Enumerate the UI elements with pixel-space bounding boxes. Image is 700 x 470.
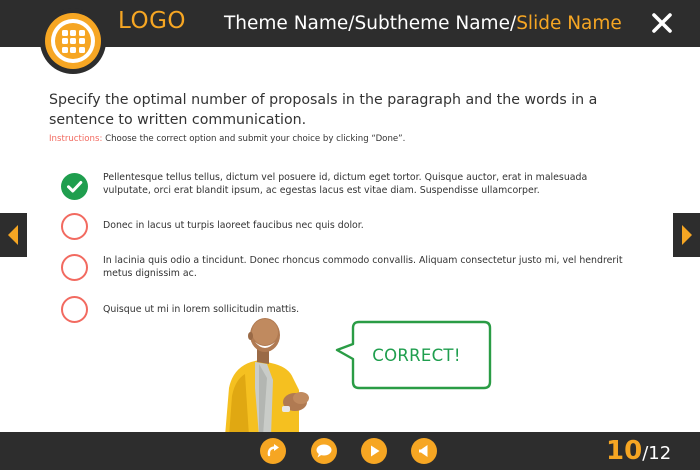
checkmark-icon	[67, 181, 83, 193]
presenter-illustration	[225, 318, 309, 436]
volume-button[interactable]	[411, 438, 437, 464]
breadcrumb-slide: Slide Name	[516, 13, 622, 34]
next-slide-button[interactable]	[673, 213, 700, 257]
instructions-text: Choose the correct option and submit you…	[105, 134, 406, 144]
radio-icon[interactable]	[61, 213, 88, 240]
footer-bar	[0, 432, 700, 470]
close-icon[interactable]	[650, 11, 674, 35]
breadcrumb: Theme Name/Subtheme Name/Slide Name	[224, 13, 622, 34]
radio-icon[interactable]	[61, 254, 88, 281]
play-icon	[371, 445, 380, 457]
volume-icon	[419, 445, 428, 457]
question-text: Specify the optimal number of proposals …	[49, 92, 598, 128]
option-text: Quisque ut mi in lorem sollicitudin matt…	[103, 304, 300, 315]
comment-button[interactable]	[311, 438, 337, 464]
comment-icon	[316, 444, 332, 458]
radio-icon[interactable]	[61, 296, 88, 323]
option-text: Pellentesque tellus tellus, dictum vel p…	[103, 172, 588, 196]
logo-text: LOGO	[118, 8, 187, 34]
right-arrow-icon	[682, 225, 692, 245]
checked-radio-icon[interactable]	[61, 173, 88, 200]
current-slide-number: 10	[606, 436, 643, 466]
option-text: In lacinia quis odio a tincidunt. Donec …	[103, 255, 623, 279]
prev-slide-button[interactable]	[0, 213, 27, 257]
instructions: Instructions: Choose the correct option …	[49, 134, 405, 144]
total-slides-number: /12	[642, 443, 672, 464]
replay-icon	[267, 444, 279, 457]
instructions-label: Instructions:	[49, 134, 103, 144]
feedback-text: CORRECT!	[372, 345, 461, 365]
option-text: Donec in lacus ut turpis laoreet faucibu…	[103, 220, 364, 231]
play-button[interactable]	[361, 438, 387, 464]
menu-grid-icon[interactable]	[55, 23, 91, 59]
breadcrumb-theme: Theme Name	[224, 13, 349, 34]
left-arrow-icon	[8, 225, 18, 245]
replay-button[interactable]	[260, 438, 286, 464]
slide-counter: 10/12	[606, 436, 671, 466]
breadcrumb-subtheme: Subtheme Name	[354, 13, 510, 34]
